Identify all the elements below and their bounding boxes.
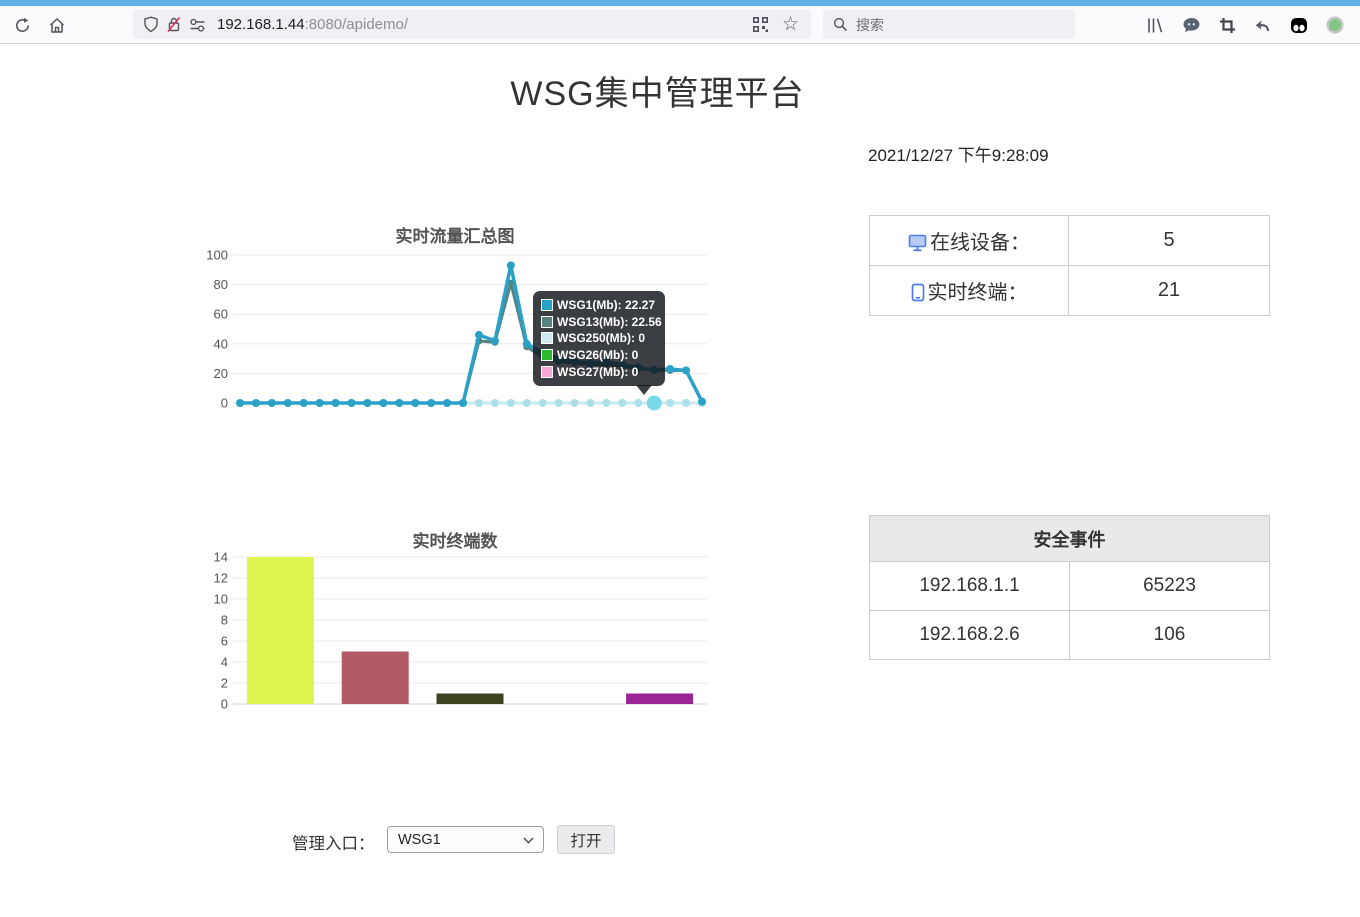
home-button[interactable] (43, 11, 71, 39)
table-row: 192.168.1.1 65223 (870, 562, 1270, 611)
table-row: 在线设备： 5 (870, 216, 1270, 266)
security-count-cell: 65223 (1070, 562, 1270, 611)
avatar-icon (1325, 15, 1345, 35)
tooltip-row: WSG250(Mb): 0 (541, 330, 657, 347)
search-bar[interactable] (823, 10, 1075, 39)
chart-tooltip: WSG1(Mb): 22.27 WSG13(Mb): 22.56 WSG250(… (533, 291, 665, 386)
tooltip-row: WSG27(Mb): 0 (541, 363, 657, 380)
svg-text:10: 10 (214, 592, 228, 607)
bookmark-star-button[interactable]: ☆ (782, 15, 799, 34)
permissions-toggle-icon[interactable] (189, 18, 206, 32)
url-host: 192.168.1.44 (217, 16, 305, 33)
svg-text:40: 40 (214, 336, 228, 351)
svg-text:100: 100 (206, 248, 228, 263)
tooltip-label: WSG250(Mb): 0 (557, 331, 645, 345)
tooltip-label: WSG1(Mb): 22.27 (557, 298, 655, 312)
tooltip-swatch (541, 299, 553, 311)
qr-code-button[interactable] (752, 16, 769, 33)
table-header-row: 安全事件 (870, 516, 1270, 562)
monitor-icon (908, 234, 927, 252)
phone-icon (911, 283, 925, 302)
chat-bubble-icon (1182, 17, 1201, 34)
security-count-cell: 106 (1070, 611, 1270, 660)
device-label: 在线设备： (930, 232, 1030, 254)
tooltip-row: WSG26(Mb): 0 (541, 347, 657, 364)
admin-entry-label: 管理入口： (292, 830, 375, 854)
page-title: WSG集中管理平台 (0, 66, 1315, 115)
svg-text:80: 80 (214, 277, 228, 292)
svg-text:0: 0 (221, 697, 228, 712)
svg-text:4: 4 (221, 655, 228, 670)
lock-slash-icon[interactable] (166, 16, 182, 33)
tooltip-label: WSG27(Mb): 0 (557, 365, 638, 379)
svg-text:0: 0 (221, 396, 228, 411)
open-button[interactable]: 打开 (557, 825, 615, 854)
svg-text:20: 20 (214, 366, 228, 381)
screenshot-extension-button[interactable] (1213, 11, 1241, 39)
library-button[interactable] (1141, 11, 1169, 39)
device-value-cell: 5 (1069, 216, 1270, 266)
wsg-select[interactable]: WSG1 (387, 826, 544, 853)
svg-text:60: 60 (214, 307, 228, 322)
reload-button[interactable] (8, 11, 36, 39)
undo-extension-button[interactable] (1249, 11, 1277, 39)
security-ip-cell: 192.168.2.6 (870, 611, 1070, 660)
account-avatar-button[interactable] (1321, 11, 1349, 39)
tooltip-label: WSG13(Mb): 22.56 (557, 315, 662, 329)
device-label-cell: 在线设备： (870, 216, 1069, 266)
reload-icon (14, 17, 31, 34)
security-events-table: 安全事件 192.168.1.1 65223 192.168.2.6 106 (869, 515, 1270, 660)
search-icon (833, 17, 848, 32)
crop-icon (1219, 17, 1236, 34)
tooltip-swatch (541, 349, 553, 361)
svg-text:6: 6 (221, 634, 228, 649)
device-label-cell: 实时终端： (870, 266, 1069, 316)
tooltip-swatch (541, 332, 553, 344)
wsg-select-value: WSG1 (398, 832, 441, 848)
tooltip-swatch (541, 366, 553, 378)
url-text[interactable]: 192.168.1.44:8080/apidemo/ (217, 16, 752, 33)
security-ip-cell: 192.168.1.1 (870, 562, 1070, 611)
svg-text:2: 2 (221, 676, 228, 691)
library-icon (1146, 17, 1164, 34)
device-value-cell: 21 (1069, 266, 1270, 316)
browser-toolbar: 192.168.1.44:8080/apidemo/ ☆ (0, 6, 1360, 44)
tooltip-row: WSG13(Mb): 22.56 (541, 314, 657, 331)
url-bar[interactable]: 192.168.1.44:8080/apidemo/ ☆ (133, 10, 811, 39)
table-row: 192.168.2.6 106 (870, 611, 1270, 660)
svg-text:8: 8 (221, 613, 228, 628)
chevron-down-icon (523, 837, 534, 844)
url-path: :8080/apidemo/ (305, 16, 408, 33)
undo-arrow-icon (1254, 17, 1272, 34)
shield-icon[interactable] (143, 16, 159, 33)
tooltip-row: WSG1(Mb): 22.27 (541, 297, 657, 314)
device-status-table: 在线设备： 5 实时终端： 21 (869, 215, 1270, 316)
panda-extension-button[interactable] (1285, 11, 1313, 39)
svg-text:12: 12 (214, 571, 228, 586)
security-table-header: 安全事件 (870, 516, 1270, 562)
device-label: 实时终端： (928, 282, 1028, 304)
tooltip-label: WSG26(Mb): 0 (557, 348, 638, 362)
table-row: 实时终端： 21 (870, 266, 1270, 316)
timestamp: 2021/12/27 下午9:28:09 (868, 141, 1049, 166)
bar-chart: 0 2 4 6 8 10 12 14 (195, 548, 715, 718)
panda-icon (1290, 17, 1308, 34)
svg-text:14: 14 (214, 550, 228, 565)
search-input[interactable] (856, 17, 1056, 33)
tooltip-swatch (541, 316, 553, 328)
home-icon (48, 17, 66, 34)
chat-extension-button[interactable] (1177, 11, 1205, 39)
